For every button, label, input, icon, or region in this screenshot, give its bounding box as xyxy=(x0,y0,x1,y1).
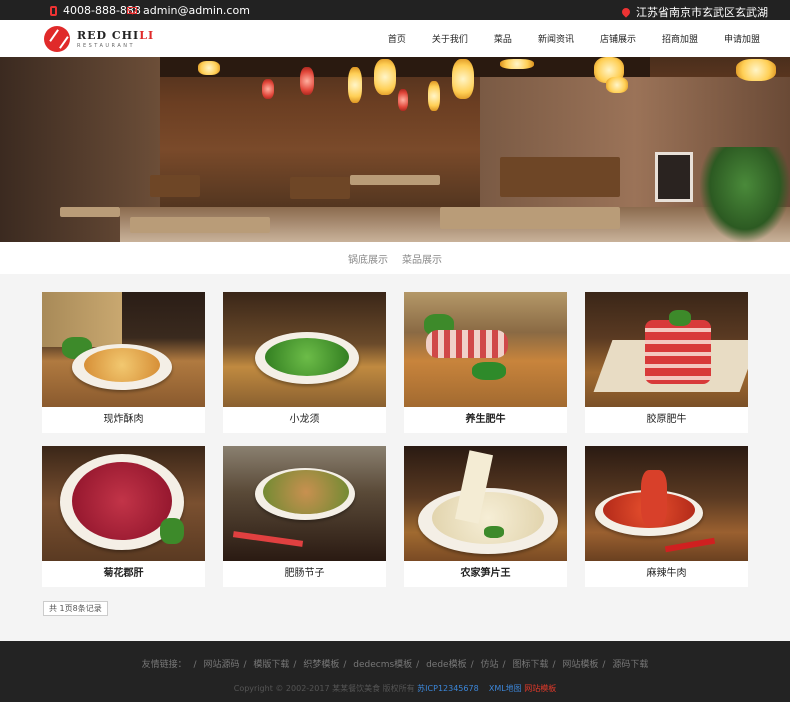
nav-dishes[interactable]: 菜品 xyxy=(494,32,512,45)
dish-image xyxy=(585,292,748,407)
dish-name: 现炸酥肉 xyxy=(103,414,144,425)
footer-link[interactable]: 图标下载 xyxy=(512,660,548,670)
logo-subtitle: RESTAURANT xyxy=(77,42,136,49)
tab-dishes[interactable]: 菜品展示 xyxy=(402,251,442,266)
site-header: RED CHILI RESTAURANT 首页 关于我们 菜品 新闻资讯 店铺展… xyxy=(0,20,790,57)
logo-text: RED CHILI RESTAURANT xyxy=(77,29,154,50)
dish-card[interactable]: 肥肠节子 xyxy=(223,446,386,587)
dish-name: 菊花郡肝 xyxy=(103,568,144,579)
friend-links: 友情链接： / 网站源码 / 模版下载 / 织梦模板 / dedecms模板 / ded… xyxy=(141,660,649,670)
icp-link[interactable]: 苏ICP12345678 xyxy=(417,684,479,693)
logo-title-red: LI xyxy=(139,28,155,42)
dish-image xyxy=(223,446,386,561)
address-contact: 江苏省南京市玄武区玄武湖 xyxy=(620,4,768,20)
nav-about[interactable]: 关于我们 xyxy=(432,32,468,45)
xml-sitemap-link[interactable]: XML地图 xyxy=(489,684,522,693)
dish-name: 胶原肥牛 xyxy=(646,414,687,425)
fork-knife-logo-icon xyxy=(44,26,70,52)
nav-news[interactable]: 新闻资讯 xyxy=(538,32,574,45)
dish-image xyxy=(42,446,205,561)
nav-stores[interactable]: 店铺展示 xyxy=(600,32,636,45)
dish-image xyxy=(585,446,748,561)
dish-card[interactable]: 小龙须 xyxy=(223,292,386,433)
friend-links-label: 友情链接： xyxy=(141,660,187,670)
top-bar: 4008-888-888 admin@admin.com 江苏省南京市玄武区玄武… xyxy=(0,0,790,20)
main-nav: 首页 关于我们 菜品 新闻资讯 店铺展示 招商加盟 申请加盟 xyxy=(388,20,760,57)
dish-card[interactable]: 胶原肥牛 xyxy=(585,292,748,433)
page-edge xyxy=(790,0,800,702)
dish-image xyxy=(42,292,205,407)
location-pin-icon xyxy=(620,6,632,18)
dish-name: 肥肠节子 xyxy=(284,568,325,579)
dish-image xyxy=(223,292,386,407)
footer-link[interactable]: 网站源码 xyxy=(203,660,239,670)
pagination-info: 共 1页8条记录 xyxy=(43,601,108,616)
tab-hotpot-base[interactable]: 锅底展示 xyxy=(348,251,388,266)
phone-icon xyxy=(50,5,57,16)
email-address: admin@admin.com xyxy=(143,4,250,17)
email-contact: admin@admin.com xyxy=(127,4,250,17)
nav-home[interactable]: 首页 xyxy=(388,32,406,45)
dish-image xyxy=(404,446,567,561)
footer-link[interactable]: 织梦模板 xyxy=(303,660,339,670)
template-link[interactable]: 网站模板 xyxy=(524,684,556,693)
copyright-text: Copyright © 2002-2017 某某餐饮美食 版权所有 xyxy=(233,684,415,693)
dish-card[interactable]: 菊花郡肝 xyxy=(42,446,205,587)
dish-name: 小龙须 xyxy=(289,414,320,425)
footer-link[interactable]: dede模板 xyxy=(426,660,467,670)
copyright: Copyright © 2002-2017 某某餐饮美食 版权所有 苏ICP12… xyxy=(0,683,790,694)
nav-franchise[interactable]: 招商加盟 xyxy=(662,32,698,45)
footer-link[interactable]: 模版下载 xyxy=(253,660,289,670)
dish-name: 养生肥牛 xyxy=(465,414,506,425)
dish-image xyxy=(404,292,567,407)
nav-apply[interactable]: 申请加盟 xyxy=(724,32,760,45)
mail-icon xyxy=(127,7,137,14)
hero-banner-image xyxy=(0,57,790,242)
dish-name: 麻辣牛肉 xyxy=(646,568,687,579)
category-tabs: 锅底展示 菜品展示 xyxy=(0,242,790,274)
dish-card[interactable]: 现炸酥肉 xyxy=(42,292,205,433)
site-logo[interactable]: RED CHILI RESTAURANT xyxy=(44,26,154,52)
logo-title: RED CHILI xyxy=(77,29,154,42)
footer-link[interactable]: dedecms模板 xyxy=(353,660,412,670)
dish-card[interactable]: 农家笋片王 xyxy=(404,446,567,587)
dish-card[interactable]: 养生肥牛 xyxy=(404,292,567,433)
footer-link[interactable]: 网站模板 xyxy=(562,660,598,670)
dish-name: 农家笋片王 xyxy=(460,568,511,579)
dish-card[interactable]: 麻辣牛肉 xyxy=(585,446,748,587)
address-text: 江苏省南京市玄武区玄武湖 xyxy=(636,6,768,19)
site-footer: 友情链接： / 网站源码 / 模版下载 / 织梦模板 / dedecms模板 / ded… xyxy=(0,641,790,702)
logo-title-dark: RED CHI xyxy=(77,28,140,42)
footer-link[interactable]: 仿站 xyxy=(481,660,499,670)
footer-link[interactable]: 源码下载 xyxy=(612,660,648,670)
